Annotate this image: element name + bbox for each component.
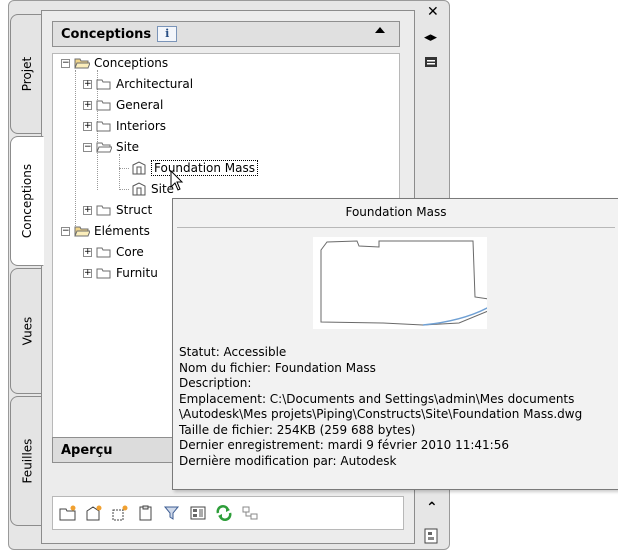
filter-icon[interactable] [161,502,183,524]
tooltip-details: Statut: Accessible Nom du fichier: Found… [179,345,582,469]
folder-icon [96,266,112,280]
tooltip-emplacement-2: \Autodesk\Mes projets\Piping\Constructs\… [179,407,583,421]
folder-icon [96,119,112,133]
tree-label: Conceptions [94,56,169,70]
tree-label: Site [116,140,140,154]
tree-node-furniture[interactable]: + Furnitu [83,264,158,282]
tooltip-title: Foundation Mass [345,205,447,219]
folder-icon [96,98,112,112]
tree-node-interiors[interactable]: + Interiors [83,117,166,135]
tooltip-statut: Statut: Accessible [179,345,287,359]
tree-label: Architectural [116,77,194,91]
tooltip-derniere-modification: Dernière modification par: Autodesk [179,453,397,468]
construct-icon [131,182,147,196]
new-element-icon[interactable] [109,502,131,524]
tree-node-elements[interactable]: − Eléments [61,222,150,240]
tree-label: Furnitu [116,266,158,280]
paste-icon[interactable] [135,502,157,524]
collapse-toggle-icon[interactable]: − [83,142,92,152]
tab-feuilles-label: Feuilles [20,438,34,484]
close-icon[interactable]: ✕ [427,4,439,20]
tooltip-separator [177,227,615,228]
tab-vues-label: Vues [19,316,34,346]
tree-label: Foundation Mass [151,160,259,176]
tree-node-architectural[interactable]: + Architectural [83,75,193,93]
tab-conceptions-label: Conceptions [20,163,35,239]
tab-conceptions[interactable]: Conceptions [10,136,44,266]
tree-label: Interiors [116,119,167,133]
tree-node-struct[interactable]: + Struct [83,201,152,219]
construct-preview-image [313,237,490,329]
tab-projet-label: Projet [20,56,34,92]
tree-label: Struct [116,203,153,217]
apercu-title: Aperçu [61,442,113,458]
tree-node-conceptions[interactable]: − Conceptions [61,54,168,72]
tooltip-taille: Taille de fichier: 254KB (259 688 bytes) [179,422,416,437]
collapse-strip-icon[interactable]: ⌃ [426,500,438,516]
tooltip-dernier-enregistrement: Dernier enregistrement: mardi 9 février … [179,438,509,452]
tab-feuilles[interactable]: Feuilles [10,396,44,526]
collapse-arrow-icon[interactable] [375,27,385,33]
palette-options-icon[interactable] [424,528,438,548]
repath-icon[interactable] [239,502,261,524]
folder-icon [96,245,112,259]
expand-toggle-icon[interactable]: + [83,268,92,278]
tab-vues[interactable]: Vues [10,268,44,394]
expand-toggle-icon[interactable]: + [83,205,92,215]
new-construct-icon[interactable] [83,502,105,524]
bottom-toolbar [52,496,404,530]
new-category-icon[interactable] [57,502,79,524]
collapse-toggle-icon[interactable]: − [61,58,70,68]
display-options-icon[interactable] [187,502,209,524]
tooltip-description: Description: [179,376,252,390]
conceptions-section-header[interactable]: Conceptions i [52,21,400,47]
expand-toggle-icon[interactable]: + [83,79,92,89]
tree-node-general[interactable]: + General [83,96,163,114]
tree-label: Core [116,245,144,259]
open-folder-icon [74,56,91,70]
tooltip-nom-fichier: Nom du fichier: Foundation Mass [179,360,376,375]
expand-toggle-icon[interactable]: + [83,121,92,131]
expand-toggle-icon[interactable]: + [83,100,92,110]
collapse-toggle-icon[interactable]: − [61,226,70,236]
construct-tooltip: Foundation Mass Statut: Accessible Nom d… [172,198,618,490]
folder-icon [96,203,112,217]
tree-label: General [116,98,164,112]
refresh-icon[interactable] [213,502,235,524]
tree-node-core[interactable]: + Core [83,243,144,261]
tooltip-emplacement-1: Emplacement: C:\Documents and Settings\a… [179,391,575,406]
folder-icon [96,77,112,91]
construct-icon [131,161,147,175]
tree-node-site[interactable]: − Site [83,138,139,156]
tab-projet[interactable]: Projet [10,14,44,134]
tree-node-site-construct[interactable]: Site [131,180,174,198]
open-folder-icon [74,224,91,238]
expand-toggle-icon[interactable]: + [83,247,92,257]
section-title: Conceptions [61,26,152,42]
open-folder-icon [96,140,113,154]
mouse-cursor-icon [170,170,184,191]
tree-node-foundation-mass[interactable]: Foundation Mass [131,159,259,177]
properties-menu-icon[interactable] [424,56,438,72]
auto-hide-icon[interactable]: ◂▸ [424,30,437,45]
tree-label: Eléments [94,224,150,238]
info-icon[interactable]: i [157,26,178,42]
